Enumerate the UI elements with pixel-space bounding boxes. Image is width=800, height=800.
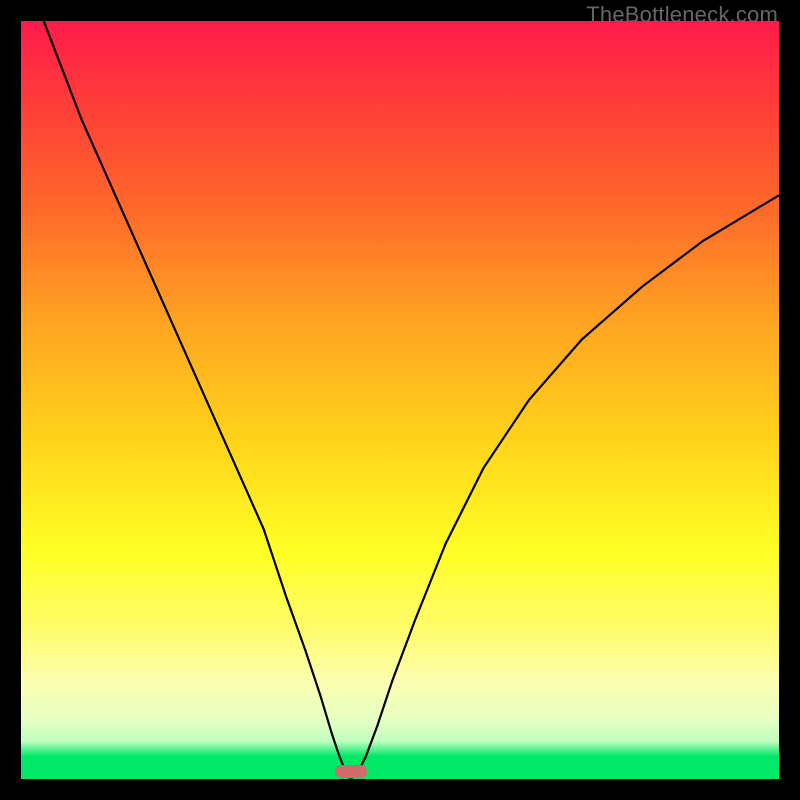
curve-svg (21, 21, 779, 779)
watermark-text: TheBottleneck.com (586, 2, 778, 28)
bottleneck-curve (44, 21, 779, 778)
optimal-marker (335, 765, 367, 778)
chart-plot-area (21, 21, 779, 779)
